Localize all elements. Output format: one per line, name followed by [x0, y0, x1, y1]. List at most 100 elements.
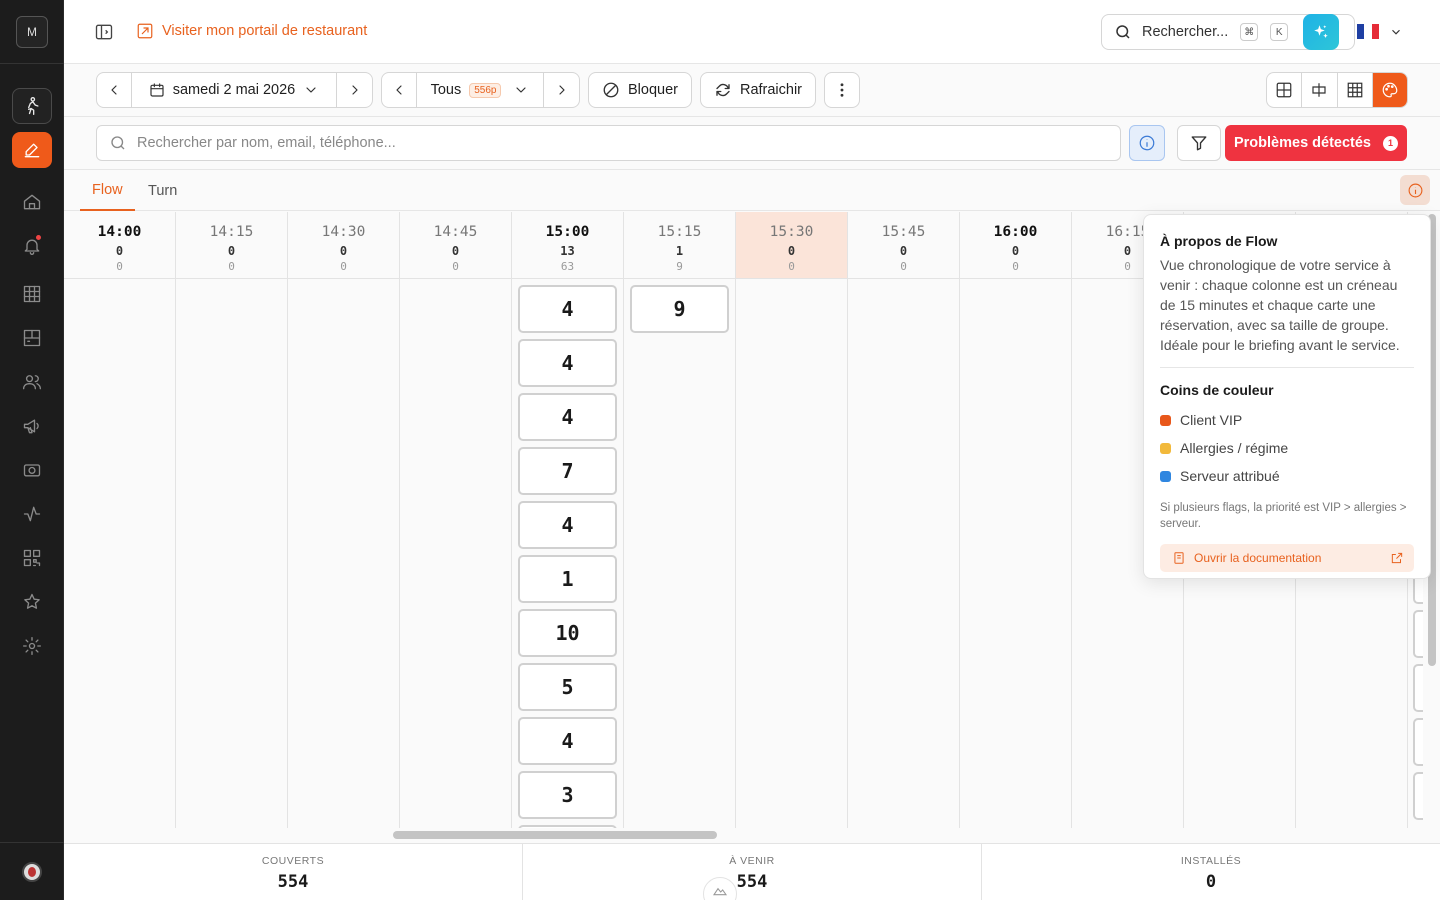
- reservation-card[interactable]: 4: [518, 717, 617, 765]
- sidebar-item-qr-codes[interactable]: [12, 540, 52, 576]
- sidebar-item-walk-in[interactable]: [12, 88, 52, 124]
- reservation-card[interactable]: 5: [518, 663, 617, 711]
- sidebar-item-notifications[interactable]: [12, 228, 52, 264]
- reservation-card-partial[interactable]: [1413, 664, 1423, 712]
- reservation-card[interactable]: 9: [630, 285, 729, 333]
- refresh-button[interactable]: Rafraichir: [700, 72, 816, 108]
- time-slot-column: 15:45 0 0: [848, 212, 960, 828]
- view-tabs: Flow Turn: [64, 170, 1440, 211]
- open-documentation-link[interactable]: Ouvrir la documentation: [1160, 544, 1414, 572]
- home-icon: [23, 194, 41, 210]
- flow-info-button[interactable]: [1400, 175, 1430, 205]
- external-link-icon: [1391, 552, 1403, 564]
- slot-reservations-count: 13: [560, 244, 575, 258]
- portal-link[interactable]: Visiter mon portail de restaurant: [136, 22, 367, 40]
- ai-assistant-button[interactable]: [1303, 14, 1339, 50]
- time-slot-header[interactable]: 14:15 0 0: [176, 212, 287, 279]
- slot-time: 14:15: [209, 224, 254, 240]
- color-legend: Client VIP Allergies / régime Serveur attr…: [1160, 406, 1414, 490]
- reservation-card[interactable]: 1: [518, 555, 617, 603]
- slot-time: 14:00: [97, 224, 142, 240]
- users-icon: [23, 375, 41, 390]
- french-flag-icon: [1357, 24, 1379, 39]
- time-slot-header[interactable]: 15:00 13 63: [512, 212, 623, 279]
- language-selector[interactable]: [1357, 24, 1403, 39]
- horizontal-scrollbar[interactable]: [393, 831, 717, 839]
- user-avatar[interactable]: [22, 862, 42, 882]
- time-slot-header[interactable]: 15:30 0 0: [736, 212, 847, 279]
- restaurant-logo[interactable]: M: [16, 16, 48, 48]
- sidebar-item-settings[interactable]: [12, 628, 52, 664]
- reservation-card[interactable]: 3: [518, 771, 617, 819]
- date-label: samedi 2 mai 2026: [172, 82, 296, 98]
- time-slot-header[interactable]: 14:00 0 0: [64, 212, 175, 279]
- sidebar-item-reservations[interactable]: [12, 132, 52, 168]
- chevron-left-icon: [396, 85, 402, 95]
- sidebar-bottom-divider: [0, 842, 64, 843]
- reservation-search-input[interactable]: [137, 135, 1037, 151]
- edit-icon: [24, 143, 40, 158]
- reservation-card[interactable]: 10: [518, 609, 617, 657]
- reservation-card-partial[interactable]: [1413, 718, 1423, 766]
- reservation-card[interactable]: 4: [518, 339, 617, 387]
- tab-turn[interactable]: Turn: [136, 170, 189, 211]
- block-button[interactable]: Bloquer: [588, 72, 692, 108]
- filter-button[interactable]: [1177, 125, 1221, 161]
- view-flow-button[interactable]: [1372, 73, 1407, 107]
- more-options-button[interactable]: [824, 72, 860, 108]
- slot-covers-count: 0: [788, 260, 795, 273]
- sidebar-item-camera[interactable]: [12, 452, 52, 488]
- slot-covers-count: 0: [340, 260, 347, 273]
- stat-label: À VENIR: [729, 855, 775, 867]
- sidebar-item-marketing[interactable]: [12, 408, 52, 444]
- service-select[interactable]: Tous 556p: [417, 73, 545, 107]
- tab-flow[interactable]: Flow: [80, 170, 135, 211]
- problems-detected-button[interactable]: Problèmes détectés 1: [1225, 125, 1407, 161]
- time-slot-header[interactable]: 15:15 1 9: [624, 212, 735, 279]
- sidebar-divider: [0, 63, 64, 64]
- stat-value: 0: [1205, 872, 1217, 892]
- toggle-sidebar-button[interactable]: [92, 20, 116, 44]
- slot-time: 15:00: [545, 224, 590, 240]
- sidebar-item-floorplan[interactable]: [12, 320, 52, 356]
- next-service-button[interactable]: [544, 73, 579, 107]
- grid-icon: [23, 285, 41, 303]
- sidebar-item-customers[interactable]: [12, 364, 52, 400]
- block-icon: [603, 82, 619, 98]
- time-slot-header[interactable]: 15:45 0 0: [848, 212, 959, 279]
- previous-service-button[interactable]: [382, 73, 417, 107]
- reservation-card-partial[interactable]: [1413, 610, 1423, 658]
- reservation-card[interactable]: [518, 825, 617, 828]
- previous-day-button[interactable]: [97, 73, 132, 107]
- reservation-card[interactable]: 4: [518, 501, 617, 549]
- time-slot-header[interactable]: 16:00 0 0: [960, 212, 1071, 279]
- portal-link-label: Visiter mon portail de restaurant: [162, 23, 368, 39]
- time-slot-column: 15:30 0 0: [736, 212, 848, 828]
- sidebar-item-reviews[interactable]: [12, 584, 52, 620]
- refresh-icon: [716, 83, 730, 97]
- slot-reservations-count: 0: [451, 244, 460, 258]
- view-dashboard-button[interactable]: [1267, 73, 1303, 107]
- reservation-card[interactable]: 4: [518, 393, 617, 441]
- time-slot-header[interactable]: 14:30 0 0: [288, 212, 399, 279]
- reservation-card-partial[interactable]: [1413, 772, 1423, 820]
- sidebar-item-analytics[interactable]: [12, 496, 52, 532]
- split-icon: [1312, 83, 1326, 97]
- reservation-card[interactable]: 4: [518, 285, 617, 333]
- star-icon: [24, 593, 40, 609]
- time-slot-header[interactable]: 14:45 0 0: [400, 212, 511, 279]
- reservation-card[interactable]: 7: [518, 447, 617, 495]
- slot-covers-count: 0: [900, 260, 907, 273]
- sidebar-item-grid[interactable]: [12, 276, 52, 312]
- date-picker[interactable]: samedi 2 mai 2026: [132, 73, 338, 107]
- slot-covers-count: 0: [1012, 260, 1019, 273]
- view-split-button[interactable]: [1302, 73, 1338, 107]
- info-button[interactable]: [1129, 125, 1165, 161]
- megaphone-icon: [23, 419, 39, 434]
- documentation-label: Ouvrir la documentation: [1194, 551, 1322, 565]
- sidebar-item-home[interactable]: [12, 184, 52, 220]
- service-filter-label: Tous: [430, 82, 462, 98]
- view-grid-button[interactable]: [1338, 73, 1373, 107]
- shortcut-key-cmd: ⌘: [1240, 23, 1259, 41]
- next-day-button[interactable]: [337, 73, 372, 107]
